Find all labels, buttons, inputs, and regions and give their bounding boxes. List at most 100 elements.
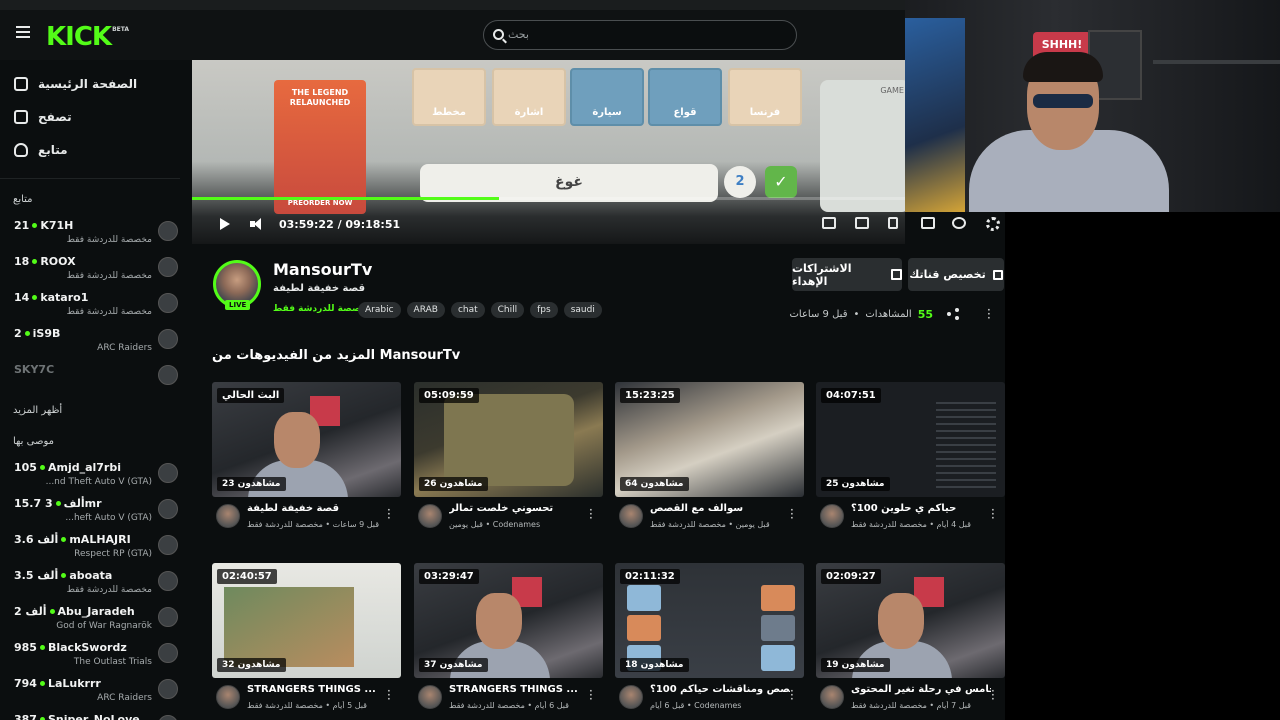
video-channel-avatar[interactable] bbox=[216, 685, 240, 709]
channel-category: ...heft Auto V (GTA) bbox=[65, 513, 152, 523]
video-channel-avatar[interactable] bbox=[216, 504, 240, 528]
show-more-link[interactable]: أظهر المزيد bbox=[13, 405, 62, 416]
clip-icon[interactable] bbox=[921, 217, 935, 229]
channel-avatar bbox=[158, 571, 178, 591]
channel-name: aboata bbox=[69, 569, 113, 582]
stream-time-ago: قبل 9 ساعات bbox=[789, 309, 848, 320]
video-thumbnail[interactable]: 03:29:47 37 مشاهدون bbox=[414, 563, 603, 678]
video-title[interactable]: قصة خفيفة لطيفة bbox=[247, 503, 387, 514]
video-card[interactable]: 05:09:59 26 مشاهدون تحسوني خلصت تمالر قبل ي… bbox=[414, 382, 603, 540]
nav-home[interactable]: الصفحة الرئيسية bbox=[14, 74, 137, 94]
pip-icon[interactable] bbox=[855, 217, 869, 229]
total-time: 09:18:51 bbox=[345, 217, 401, 231]
sidebar-recommended-item[interactable]: 3.5 ألف aboata مخصصة للدردشة فقط bbox=[0, 569, 190, 603]
play-button[interactable] bbox=[220, 210, 230, 238]
poster-art bbox=[905, 18, 965, 212]
stream-tag[interactable]: fps bbox=[530, 302, 558, 318]
video-more-icon[interactable]: · · · bbox=[991, 504, 995, 524]
video-title[interactable]: STRANGERS THINGS ... bbox=[449, 684, 589, 695]
video-channel-avatar[interactable] bbox=[418, 504, 442, 528]
video-card[interactable]: 02:11:32 18 مشاهدون القصص ومناقشات حياكم 1… bbox=[615, 563, 804, 720]
video-more-icon[interactable]: · · · bbox=[589, 504, 593, 524]
channel-category: ...nd Theft Auto V (GTA) bbox=[45, 477, 152, 487]
kick-logo[interactable]: KICK BETA bbox=[46, 22, 129, 52]
sidebar-recommended-item[interactable]: 3.6 ألف mALHAJRI Respect RP (GTA) bbox=[0, 533, 190, 567]
stream-tag[interactable]: Chill bbox=[490, 302, 525, 318]
channel-viewer-count: 2 ألف bbox=[14, 605, 47, 618]
current-time: 03:59:22 bbox=[279, 217, 334, 231]
channel-viewer-count: 985 bbox=[14, 641, 37, 654]
menu-icon[interactable] bbox=[16, 26, 30, 38]
gift-subs-button[interactable]: الاشتراكات الإهداء bbox=[792, 258, 902, 291]
video-title[interactable]: حياكم ي حلوين 100؟ bbox=[851, 503, 991, 514]
video-title[interactable]: القصص ومناقشات حياكم 100؟ bbox=[650, 684, 790, 695]
video-more-icon[interactable]: · · · bbox=[991, 685, 995, 705]
channel-viewer-count: 21 bbox=[14, 219, 30, 232]
sidebar-channel-item[interactable]: 21 K71H مخصصة للدردشة فقط bbox=[0, 219, 190, 253]
video-more-icon[interactable]: · · · bbox=[387, 504, 391, 524]
speed-icon[interactable] bbox=[952, 217, 966, 229]
video-more-icon[interactable]: · · · bbox=[387, 685, 391, 705]
live-dot-icon bbox=[39, 645, 45, 650]
sidebar-recommended-item[interactable]: 15.7 ألف3mr ...heft Auto V (GTA) bbox=[0, 497, 190, 531]
viewer-count: 55 bbox=[917, 308, 933, 321]
stream-tag[interactable]: saudi bbox=[563, 302, 602, 318]
channel-avatar bbox=[158, 499, 178, 519]
video-channel-avatar[interactable] bbox=[820, 504, 844, 528]
video-player[interactable]: THE LEGEND RELAUNCHED PREORDER NOW مخطط … bbox=[192, 60, 905, 244]
video-title[interactable]: الخامس في رحلة تغير المحتوى bbox=[851, 684, 991, 695]
video-card[interactable]: 15:23:25 64 مشاهدون سوالف مع القصص قبل يومي… bbox=[615, 382, 804, 540]
video-card[interactable]: البث الحالي 23 مشاهدون قصة خفيفة لطيفة قبل … bbox=[212, 382, 401, 540]
sidebar-channel-item[interactable]: 14 kataro1 مخصصة للدردشة فقط bbox=[0, 291, 190, 325]
video-thumbnail[interactable]: 04:07:51 25 مشاهدون bbox=[816, 382, 1005, 497]
streamer-name[interactable]: MansourTv bbox=[273, 260, 372, 279]
settings-gear-icon[interactable] bbox=[986, 217, 1000, 231]
stream-tag[interactable]: chat bbox=[450, 302, 485, 318]
video-views: 32 مشاهدون bbox=[217, 658, 286, 672]
progress-bar[interactable] bbox=[192, 197, 905, 200]
customize-channel-label: تخصيص قناتك bbox=[909, 268, 986, 281]
sidebar-recommended-item[interactable]: 387 Sniper_NoLove bbox=[0, 713, 190, 720]
fullscreen-icon[interactable] bbox=[888, 217, 898, 229]
sidebar-recommended-item[interactable]: 105 Amjd_al7rbi ...nd Theft Auto V (GTA) bbox=[0, 461, 190, 495]
video-card[interactable]: 02:09:27 19 مشاهدون الخامس في رحلة تغير ال… bbox=[816, 563, 1005, 720]
sidebar-channel-item[interactable]: 2 iS9B ARC Raiders bbox=[0, 327, 190, 361]
nav-following[interactable]: متابع bbox=[14, 140, 68, 160]
video-card[interactable]: 03:29:47 37 مشاهدون STRANGERS THINGS ... قب… bbox=[414, 563, 603, 720]
video-thumbnail[interactable]: 02:11:32 18 مشاهدون bbox=[615, 563, 804, 678]
theater-icon[interactable] bbox=[822, 217, 836, 229]
video-thumbnail[interactable]: البث الحالي 23 مشاهدون bbox=[212, 382, 401, 497]
video-thumbnail[interactable]: 02:40:57 32 مشاهدون bbox=[212, 563, 401, 678]
video-channel-avatar[interactable] bbox=[619, 504, 643, 528]
video-more-icon[interactable]: · · · bbox=[790, 685, 794, 705]
video-thumbnail[interactable]: 15:23:25 64 مشاهدون bbox=[615, 382, 804, 497]
sidebar-recommended-item[interactable]: 794 LaLukrrr ARC Raiders bbox=[0, 677, 190, 711]
video-title[interactable]: STRANGERS THINGS ... bbox=[247, 684, 387, 695]
channel-category: مخصصة للدردشة فقط bbox=[66, 585, 152, 595]
video-more-icon[interactable]: · · · bbox=[589, 685, 593, 705]
video-card[interactable]: 02:40:57 32 مشاهدون STRANGERS THINGS ... قب… bbox=[212, 563, 401, 720]
video-more-icon[interactable]: · · · bbox=[790, 504, 794, 524]
video-channel-avatar[interactable] bbox=[418, 685, 442, 709]
more-options-icon[interactable]: · · · bbox=[987, 304, 991, 324]
video-card[interactable]: 04:07:51 25 مشاهدون حياكم ي حلوين 100؟ قبل … bbox=[816, 382, 1005, 540]
stream-tag[interactable]: ARAB bbox=[406, 302, 445, 318]
sidebar-recommended-item[interactable]: 985 BlackSwordz The Outlast Trials bbox=[0, 641, 190, 675]
video-channel-avatar[interactable] bbox=[820, 685, 844, 709]
volume-button[interactable] bbox=[250, 210, 264, 238]
sidebar-recommended-item[interactable]: 2 ألف Abu_Jaradeh God of War Ragnarök bbox=[0, 605, 190, 639]
video-thumbnail[interactable]: 05:09:59 26 مشاهدون bbox=[414, 382, 603, 497]
video-views: 19 مشاهدون bbox=[821, 658, 890, 672]
customize-channel-button[interactable]: تخصيص قناتك bbox=[908, 258, 1004, 291]
sidebar-channel-item[interactable]: 18 ROOX مخصصة للدردشة فقط bbox=[0, 255, 190, 289]
sidebar-channel-item[interactable]: SKY7C bbox=[0, 363, 190, 397]
nav-browse[interactable]: تصفح bbox=[14, 107, 72, 127]
video-title[interactable]: تحسوني خلصت تمالر bbox=[449, 503, 589, 514]
video-thumbnail[interactable]: 02:09:27 19 مشاهدون bbox=[816, 563, 1005, 678]
video-channel-avatar[interactable] bbox=[619, 685, 643, 709]
video-title[interactable]: سوالف مع القصص bbox=[650, 503, 790, 514]
search-input[interactable]: بحث bbox=[483, 20, 797, 50]
stream-tag[interactable]: Arabic bbox=[358, 302, 401, 318]
share-icon[interactable] bbox=[947, 308, 959, 320]
home-icon bbox=[14, 77, 28, 91]
